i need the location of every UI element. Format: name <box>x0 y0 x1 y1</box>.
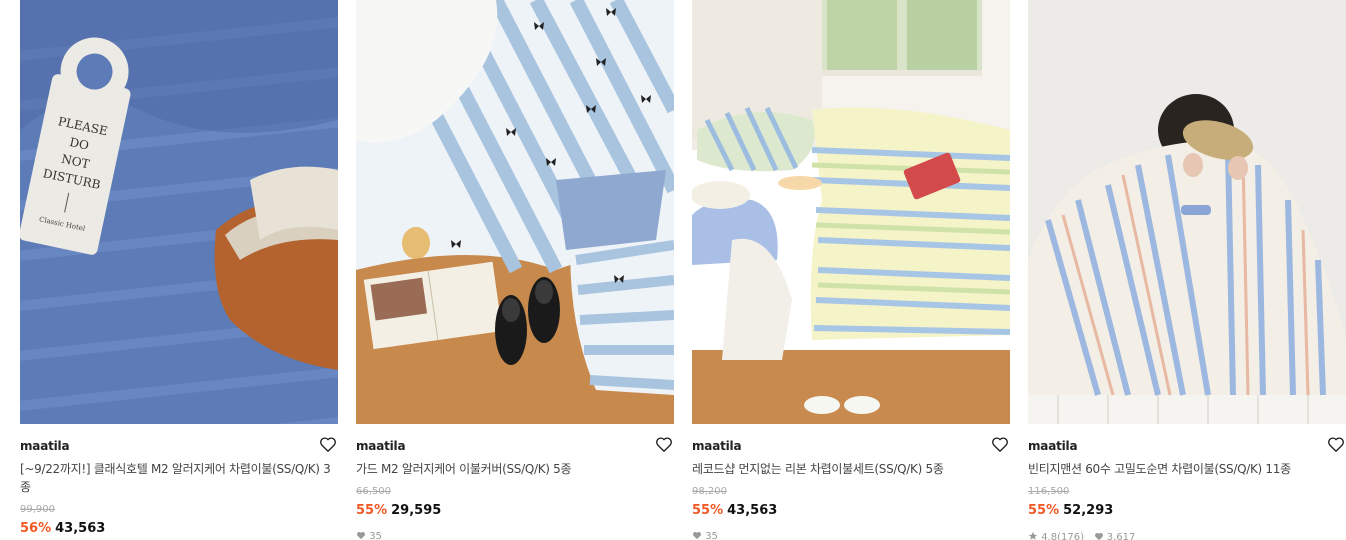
like-count: 3,617 <box>1106 532 1136 540</box>
product-card[interactable]: PLEASE DO NOT DISTURB Classic Hotel maat… <box>20 0 338 540</box>
heart-count-icon <box>693 532 701 540</box>
product-image[interactable] <box>356 0 674 424</box>
discount-rate: 56% <box>20 521 52 536</box>
heart-icon[interactable] <box>1327 436 1345 453</box>
sale-price: 29,595 <box>391 503 442 518</box>
product-grid: PLEASE DO NOT DISTURB Classic Hotel maat… <box>0 0 1346 540</box>
star-icon <box>1028 531 1038 540</box>
brand-name[interactable]: maatila <box>692 439 742 453</box>
sale-price: 43,563 <box>55 521 106 536</box>
product-stats: 35 <box>692 531 718 540</box>
product-title[interactable]: 레코드샵 먼지없는 리본 차렵이불세트(SS/Q/K) 5종 <box>692 460 1010 478</box>
price-line: 55% 52,293 <box>1028 503 1113 518</box>
price-line: 55% 29,595 <box>356 503 441 518</box>
discount-rate: 55% <box>1028 503 1060 518</box>
product-image[interactable] <box>692 0 1010 424</box>
product-card[interactable]: maatila 빈티지맨션 60수 고밀도순면 차렵이불(SS/Q/K) 11종… <box>1028 0 1346 540</box>
product-image[interactable]: PLEASE DO NOT DISTURB Classic Hotel <box>20 0 338 424</box>
heart-count-icon <box>357 532 365 540</box>
original-price: 116,500 <box>1028 486 1070 497</box>
brand-name[interactable]: maatila <box>356 439 406 453</box>
product-card[interactable]: maatila 가드 M2 알러지케어 이불커버(SS/Q/K) 5종 66,5… <box>356 0 674 540</box>
discount-rate: 55% <box>356 503 388 518</box>
product-stats: 35 <box>356 531 382 540</box>
heart-icon[interactable] <box>655 436 673 453</box>
heart-icon[interactable] <box>991 436 1009 453</box>
price-line: 55% 43,563 <box>692 503 777 518</box>
product-card[interactable]: maatila 레코드샵 먼지없는 리본 차렵이불세트(SS/Q/K) 5종 9… <box>692 0 1010 540</box>
product-title[interactable]: 가드 M2 알러지케어 이불커버(SS/Q/K) 5종 <box>356 460 674 478</box>
original-price: 66,500 <box>356 486 391 497</box>
discount-rate: 55% <box>692 503 724 518</box>
rating: 4.8(176) <box>1041 532 1084 540</box>
product-title[interactable]: 빈티지맨션 60수 고밀도순면 차렵이불(SS/Q/K) 11종 <box>1028 460 1346 478</box>
brand-name[interactable]: maatila <box>1028 439 1078 453</box>
sale-price: 52,293 <box>1063 503 1114 518</box>
original-price: 98,200 <box>692 486 727 497</box>
product-stats: 4.8(176) 3,617 <box>1028 531 1135 540</box>
original-price: 99,900 <box>20 504 55 515</box>
product-title[interactable]: [~9/22까지!] 클래식호텔 M2 알러지케어 차렵이불(SS/Q/K) 3… <box>20 460 338 496</box>
like-count: 35 <box>705 531 718 540</box>
price-line: 56% 43,563 <box>20 521 105 536</box>
sale-price: 43,563 <box>727 503 778 518</box>
brand-name[interactable]: maatila <box>20 439 70 453</box>
product-image[interactable] <box>1028 0 1346 424</box>
heart-icon[interactable] <box>319 436 337 453</box>
heart-count-icon <box>1094 533 1103 540</box>
like-count: 35 <box>369 531 382 540</box>
